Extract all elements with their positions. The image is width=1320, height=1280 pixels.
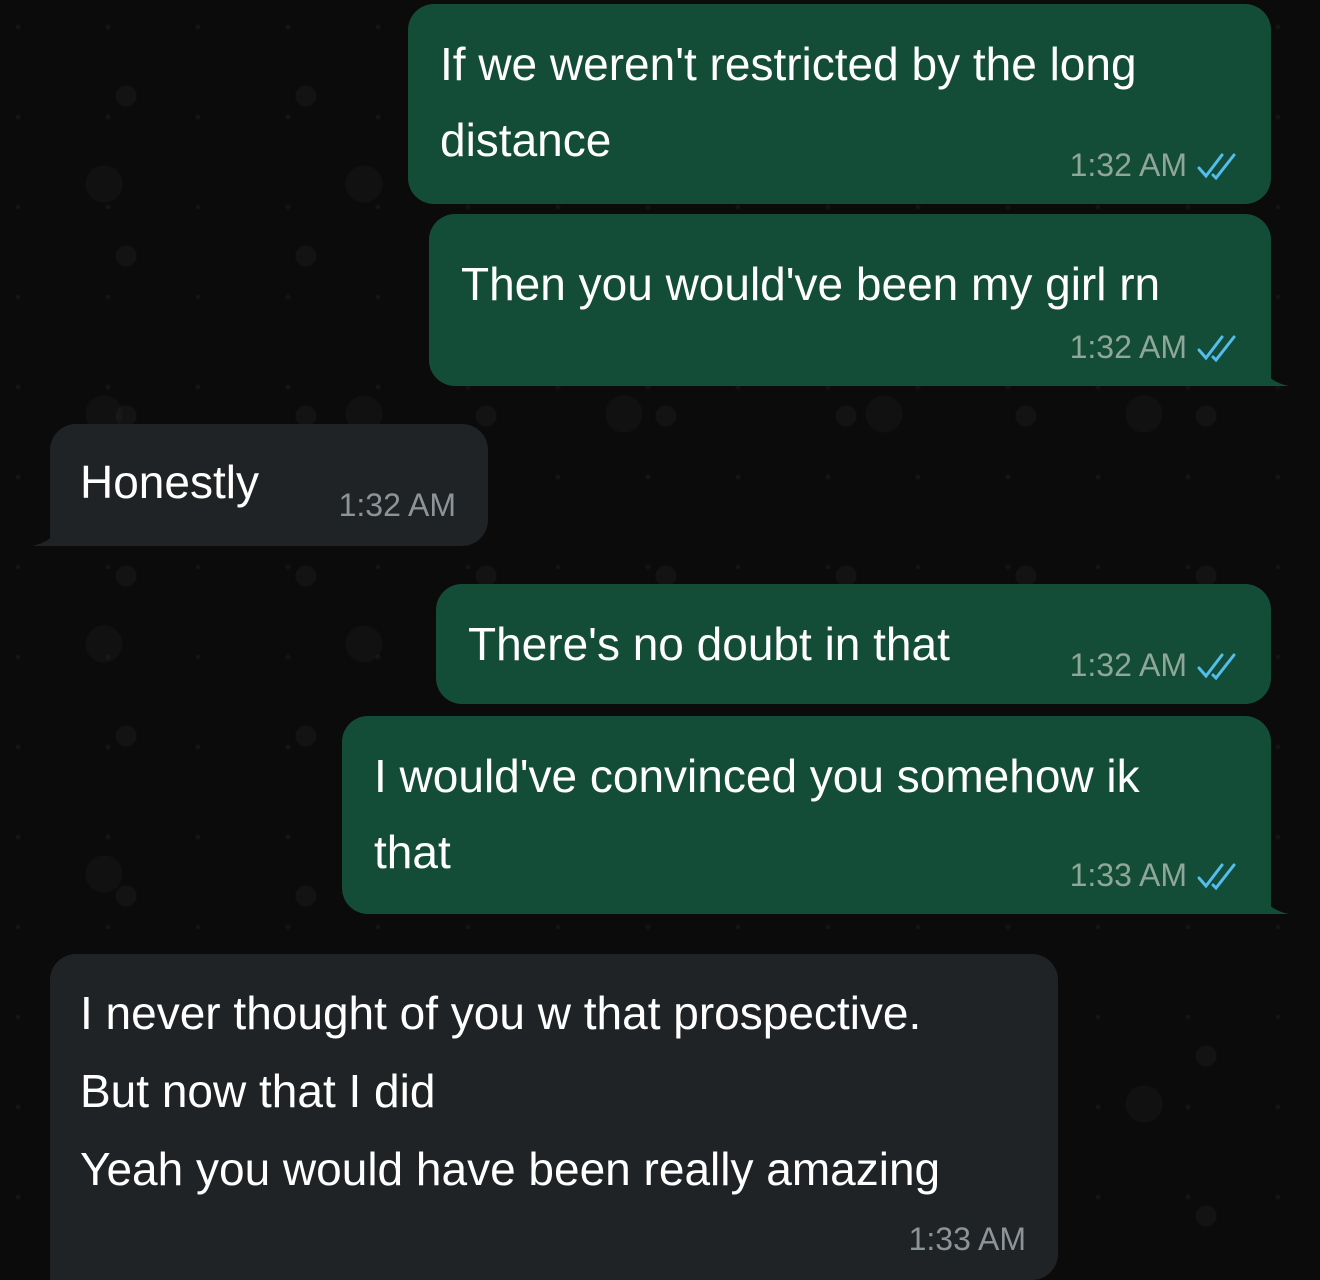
message-list[interactable]: If we weren't restricted by the long dis… xyxy=(0,0,1320,1280)
double-check-read-icon xyxy=(1197,335,1236,362)
message-meta: 1:33 AM xyxy=(1070,857,1243,894)
message-time: 1:32 AM xyxy=(1069,647,1187,683)
message-time: 1:32 AM xyxy=(1069,147,1187,183)
outgoing-message[interactable]: If we weren't restricted by the long dis… xyxy=(408,4,1271,204)
message-text: Honestly xyxy=(80,456,259,508)
outgoing-message[interactable]: Then you would've been my girl rn 1:32 A… xyxy=(429,214,1289,386)
message-text: There's no doubt in that xyxy=(468,618,950,670)
incoming-message[interactable]: I never thought of you w that prospectiv… xyxy=(50,954,1058,1280)
bubble-tail xyxy=(1263,360,1289,386)
message-text: I would've convinced you somehow ik that xyxy=(374,750,1140,878)
message-text: If we weren't restricted by the long dis… xyxy=(440,38,1137,166)
double-check-read-icon xyxy=(1197,653,1236,680)
outgoing-message[interactable]: There's no doubt in that 1:32 AM xyxy=(436,584,1271,704)
double-check-read-icon xyxy=(1197,153,1236,180)
message-meta: 1:32 AM xyxy=(1070,329,1243,366)
message-meta: 1:32 AM xyxy=(1070,647,1243,684)
message-meta: 1:32 AM xyxy=(339,487,456,524)
bubble-tail xyxy=(1263,888,1289,914)
bubble-tail xyxy=(32,520,58,546)
message-time: 1:32 AM xyxy=(338,487,456,523)
message-text: Then you would've been my girl rn xyxy=(461,258,1161,310)
message-time: 1:32 AM xyxy=(1069,329,1187,365)
message-text: I never thought of you w that prospectiv… xyxy=(80,987,941,1195)
message-time: 1:33 AM xyxy=(1069,857,1187,893)
incoming-message[interactable]: Honestly 1:32 AM xyxy=(32,424,488,546)
double-check-read-icon xyxy=(1197,863,1236,890)
outgoing-message[interactable]: I would've convinced you somehow ik that… xyxy=(342,716,1289,914)
message-meta: 1:32 AM xyxy=(1070,147,1243,184)
message-meta: 1:33 AM xyxy=(909,1221,1026,1258)
message-time: 1:33 AM xyxy=(908,1221,1026,1257)
